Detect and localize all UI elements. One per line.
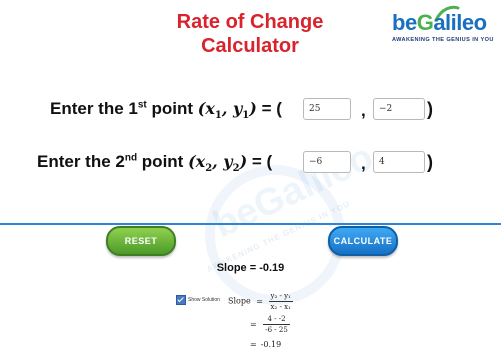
step1-numerator: y₂ - y₁	[268, 292, 293, 302]
step3-value: -0.19	[260, 340, 282, 349]
point1-label-sup: st	[137, 99, 147, 111]
point2-label-sup: nd	[124, 152, 138, 164]
slope-result: Slope = -0.19	[216, 262, 285, 274]
point1-var-y: y	[232, 99, 243, 118]
title-line-2: Calculator	[201, 35, 299, 57]
x2-input[interactable]	[303, 151, 351, 173]
point2-close-paren: )	[427, 152, 433, 172]
step2-denominator: -6 - 25	[265, 326, 288, 334]
y2-input[interactable]	[373, 151, 425, 173]
show-solution-label: Show Solution	[188, 296, 220, 303]
section-divider	[0, 223, 501, 225]
step1-equals: =	[256, 296, 263, 306]
begalileo-logo: beGalileo AWAKENING THE GENIUS IN YOU	[388, 4, 498, 48]
logo-be: be	[392, 10, 417, 35]
point2-equals: = (	[251, 152, 273, 171]
show-solution-toggle[interactable]: Show Solution	[176, 291, 220, 309]
point2-var-x-sub: 2	[205, 163, 213, 175]
point1-label-pre: Enter the 1	[50, 99, 138, 118]
point1-var-y-sub: 1	[242, 110, 250, 122]
step2-fraction: 4 - -2 -6 - 25	[263, 314, 290, 335]
point2-label: Enter the 2nd point (x2, y2) = (	[37, 152, 272, 174]
solution-step-1: Slope = y₂ - y₁ x₂ - x₁	[228, 291, 293, 312]
point1-close-paren: )	[427, 99, 433, 119]
logo-tagline: AWAKENING THE GENIUS IN YOU	[392, 37, 494, 43]
step3-equals: =	[250, 340, 257, 349]
point2-label-pre: Enter the 2	[37, 152, 125, 171]
step2-equals: =	[250, 319, 257, 329]
point1-var-x-sub: 1	[214, 110, 222, 122]
point2-comma: ,	[361, 154, 366, 173]
point2-var-y-sub: 2	[232, 163, 240, 175]
title-line-1: Rate of Change	[176, 11, 324, 33]
solution-step-3: = -0.19	[250, 340, 281, 349]
point2-var-y: y	[223, 152, 233, 171]
step1-denominator: x₂ - x₁	[270, 303, 291, 311]
reset-button[interactable]: RESET	[106, 226, 176, 256]
step2-numerator: 4 - -2	[263, 314, 290, 325]
show-solution-checkbox[interactable]	[176, 294, 186, 305]
point2-coords: (x2, y2)	[188, 152, 248, 175]
logo-g: G	[416, 10, 434, 35]
logo-rest: alileo	[433, 10, 487, 35]
point1-coords: (x1, y1)	[197, 99, 257, 122]
y1-input[interactable]	[373, 98, 425, 120]
point1-var-x: x	[205, 99, 215, 118]
point1-label-post: point	[146, 99, 198, 118]
point1-comma: ,	[361, 101, 366, 120]
logo-wordmark: beGalileo	[392, 10, 487, 36]
point2-var-x: x	[195, 152, 206, 171]
point1-label: Enter the 1st point (x1, y1) = (	[50, 99, 282, 121]
step1-fraction: y₂ - y₁ x₂ - x₁	[268, 291, 293, 312]
x1-input[interactable]	[303, 98, 351, 120]
step1-lhs: Slope	[228, 296, 251, 306]
solution-step-2: = 4 - -2 -6 - 25	[250, 314, 290, 335]
calculate-button[interactable]: CALCULATE	[328, 226, 398, 256]
point1-equals: = (	[261, 99, 282, 118]
point2-label-post: point	[137, 152, 189, 171]
page-title: Rate of Change Calculator	[150, 10, 350, 58]
